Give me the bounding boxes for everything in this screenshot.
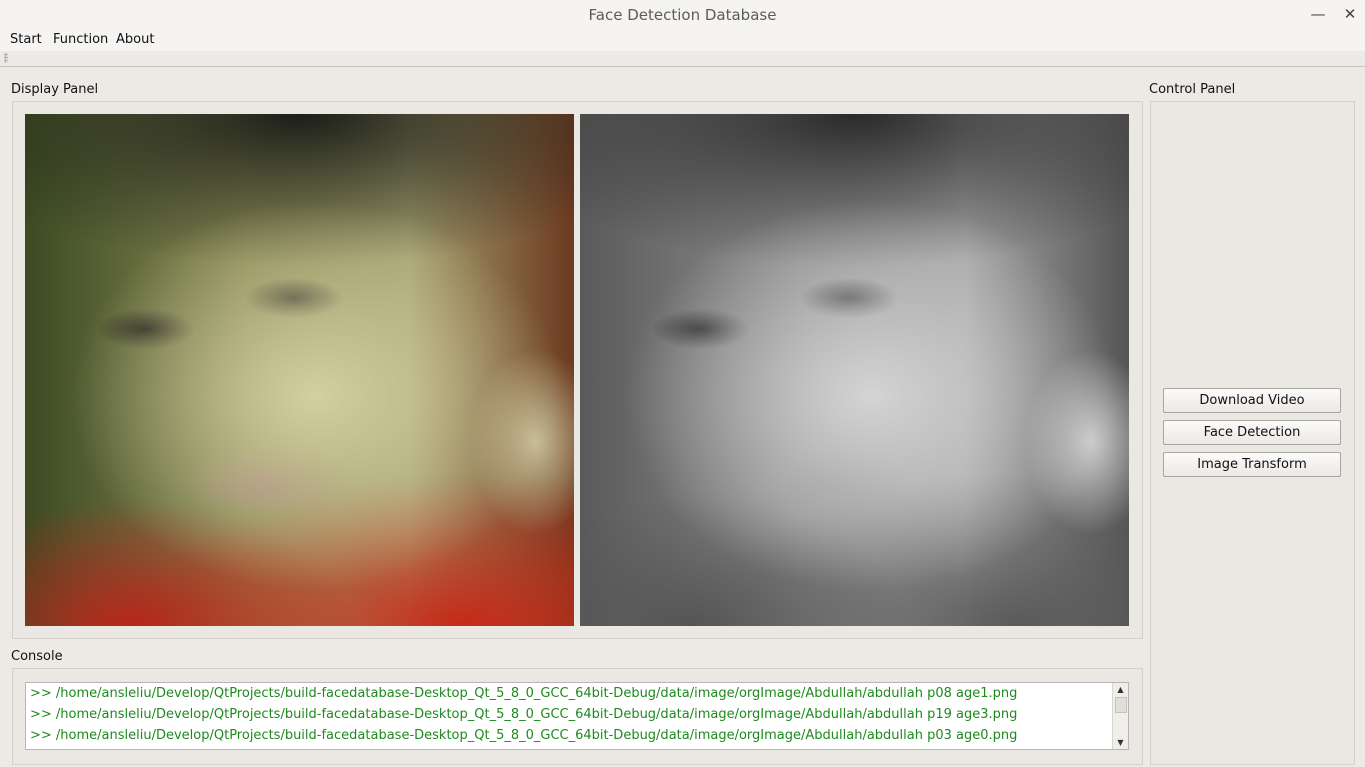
download-video-button[interactable]: Download Video — [1163, 388, 1341, 413]
original-image — [25, 114, 574, 626]
display-panel-label: Display Panel — [11, 82, 99, 97]
grayscale-image — [580, 114, 1129, 626]
console-label: Console — [11, 649, 63, 664]
menu-bar: Start Function About — [0, 28, 1365, 51]
menu-about[interactable]: About — [116, 32, 154, 47]
scroll-up-icon[interactable]: ▲ — [1113, 683, 1128, 696]
console-line: >> /home/ansleliu/Develop/QtProjects/bui… — [30, 728, 1018, 743]
console-line: >> /home/ansleliu/Develop/QtProjects/bui… — [30, 686, 1018, 701]
console-output[interactable]: >> /home/ansleliu/Develop/QtProjects/bui… — [25, 682, 1129, 750]
image-transform-button[interactable]: Image Transform — [1163, 452, 1341, 477]
title-bar: Face Detection Database — ✕ — [0, 0, 1365, 28]
control-panel-label: Control Panel — [1149, 82, 1236, 97]
scroll-down-icon[interactable]: ▼ — [1113, 736, 1128, 749]
menu-function[interactable]: Function — [53, 32, 108, 47]
console-scrollbar[interactable]: ▲ ▼ — [1112, 683, 1128, 749]
toolbar-grip-icon[interactable] — [4, 53, 8, 63]
menu-start[interactable]: Start — [10, 32, 42, 47]
scroll-thumb[interactable] — [1115, 697, 1127, 713]
toolbar — [0, 51, 1365, 67]
close-icon[interactable]: ✕ — [1340, 4, 1360, 24]
console-line: >> /home/ansleliu/Develop/QtProjects/bui… — [30, 707, 1018, 722]
minimize-icon[interactable]: — — [1308, 4, 1328, 24]
face-detection-button[interactable]: Face Detection — [1163, 420, 1341, 445]
window-title: Face Detection Database — [588, 6, 777, 24]
